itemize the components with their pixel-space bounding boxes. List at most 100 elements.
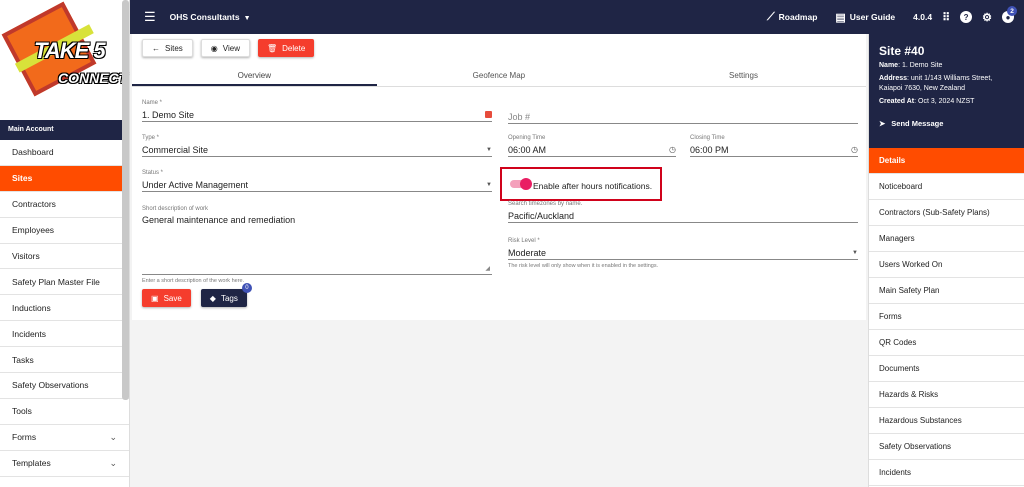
risk-level-value: Moderate — [508, 247, 547, 258]
back-to-sites-button[interactable]: ← Sites — [142, 39, 193, 57]
caret-down-icon: ▼ — [486, 181, 492, 188]
sidebar: TAKE 5 CONNECT Main Account Dashboard Si… — [0, 0, 130, 487]
sidebar-item-label: Sites — [12, 173, 33, 184]
main-content: ← Sites ◉ View 🗑 Delete Overview Geofence M… — [130, 34, 868, 487]
panel-item-documents[interactable]: Documents — [869, 356, 1024, 382]
user-guide-link[interactable]: ▤ User Guide — [835, 11, 895, 24]
sidebar-scrollbar[interactable] — [122, 0, 129, 400]
sidebar-item-safety-observations[interactable]: Safety Observations — [0, 373, 129, 399]
sidebar-item-safety-plan-master-file[interactable]: Safety Plan Master File — [0, 269, 129, 296]
timezone-input[interactable]: Pacific/Auckland — [508, 209, 858, 223]
after-hours-toggle[interactable] — [510, 178, 532, 190]
sidebar-item-tasks[interactable]: Tasks — [0, 347, 129, 374]
account-button[interactable]: ● 2 — [1002, 6, 1017, 23]
opening-time-value: 06:00 AM — [508, 144, 547, 155]
menu-icon[interactable]: ☰ — [144, 9, 156, 25]
chevron-down-icon: ⌄ — [109, 457, 117, 468]
opening-time-input[interactable]: 06:00 AM ◷ — [508, 143, 676, 157]
sidebar-item-tools[interactable]: Tools — [0, 399, 129, 425]
status-select[interactable]: Under Active Management ▼ — [142, 178, 492, 192]
site-name: 1. Demo Site — [901, 62, 943, 69]
sidebar-item-visitors[interactable]: Visitors — [0, 244, 129, 270]
sidebar-item-employees[interactable]: Employees — [0, 218, 129, 244]
panel-item-users-worked-on[interactable]: Users Worked On — [869, 252, 1024, 278]
job-number-field[interactable]: Job # — [508, 108, 858, 124]
sidebar-item-label: Tools — [12, 406, 32, 417]
clock-icon[interactable]: ◷ — [851, 145, 858, 154]
send-message-label: Send Message — [891, 119, 944, 128]
panel-item-incidents[interactable]: Incidents — [869, 460, 1024, 486]
name-label: Name * — [142, 100, 163, 106]
type-field[interactable]: Type * Commercial Site ▼ — [142, 135, 492, 157]
panel-item-qr-codes[interactable]: QR Codes — [869, 330, 1024, 356]
clock-icon[interactable]: ◷ — [669, 145, 676, 154]
sidebar-item-label: Visitors — [12, 251, 40, 261]
view-label: View — [222, 43, 240, 53]
risk-level-label: Risk Level * — [508, 238, 540, 244]
name-input[interactable]: 1. Demo Site — [142, 108, 492, 122]
panel-item-hazardous-substances[interactable]: Hazardous Substances — [869, 408, 1024, 434]
risk-level-select[interactable]: Moderate ▼ — [508, 246, 858, 260]
description-hint: Enter a short description of the work he… — [142, 278, 245, 284]
roadmap-link[interactable]: ⟋ Roadmap — [767, 11, 817, 24]
sidebar-item-label: Forms — [12, 432, 37, 443]
closing-time-field[interactable]: Closing Time 06:00 PM ◷ — [690, 135, 858, 157]
sidebar-item-label: Contractors — [12, 199, 56, 210]
view-button[interactable]: ◉ View — [200, 39, 250, 57]
name-field[interactable]: Name * 1. Demo Site — [142, 100, 492, 122]
description-value: General maintenance and remediation — [142, 215, 296, 225]
resize-handle-icon[interactable]: ◢ — [485, 265, 490, 272]
user-guide-label: User Guide — [849, 12, 896, 22]
panel-item-details[interactable]: Details — [869, 148, 1024, 174]
delete-button[interactable]: 🗑 Delete — [257, 39, 315, 57]
tags-count-badge: 0 — [241, 283, 252, 293]
logo[interactable]: TAKE 5 CONNECT — [0, 0, 129, 120]
timezone-field[interactable]: Search timezones by name. Pacific/Auckla… — [508, 201, 858, 223]
panel-item-contractors[interactable]: Contractors (Sub-Safety Plans) — [869, 200, 1024, 226]
panel-item-hazards-risks[interactable]: Hazards & Risks — [869, 382, 1024, 408]
sidebar-item-label: Safety Plan Master File — [12, 276, 100, 287]
site-name-key: Name — [879, 62, 899, 69]
closing-time-input[interactable]: 06:00 PM ◷ — [690, 143, 858, 157]
save-label: Save — [163, 293, 182, 303]
description-field[interactable]: Short description of work General mainte… — [142, 206, 492, 284]
sidebar-item-forms[interactable]: Forms ⌄ — [0, 425, 129, 451]
help-icon[interactable]: ? — [960, 11, 973, 23]
sidebar-item-label: Inductions — [12, 302, 51, 313]
opening-time-field[interactable]: Opening Time 06:00 AM ◷ — [508, 135, 676, 157]
job-number-input[interactable]: Job # — [508, 110, 858, 124]
eye-icon: ◉ — [210, 43, 218, 53]
panel-item-safety-observations[interactable]: Safety Observations — [869, 434, 1024, 460]
gear-icon[interactable]: ⚙ — [982, 11, 992, 24]
org-switcher[interactable]: OHS Consultants ▼ — [170, 12, 251, 22]
site-title: Site #40 — [879, 44, 925, 58]
sidebar-item-dashboard[interactable]: Dashboard — [0, 140, 129, 166]
sidebar-item-inductions[interactable]: Inductions — [0, 295, 129, 322]
panel-item-forms[interactable]: Forms — [869, 304, 1024, 330]
toggle-knob — [520, 178, 532, 190]
description-textarea[interactable]: General maintenance and remediation ◢ — [142, 215, 492, 275]
status-label: Status * — [142, 170, 164, 176]
sidebar-item-incidents[interactable]: Incidents — [0, 321, 129, 348]
panel-item-main-safety-plan[interactable]: Main Safety Plan — [869, 278, 1024, 304]
apps-grid-icon[interactable]: ⠿ — [942, 11, 950, 24]
tab-geofence-map[interactable]: Geofence Map — [377, 64, 622, 86]
tags-button[interactable]: ◆ Tags 0 — [200, 283, 252, 307]
sidebar-item-sites[interactable]: Sites — [0, 165, 129, 192]
send-message-button[interactable]: ➤ Send Message — [879, 119, 1014, 128]
caret-down-icon: ▼ — [852, 249, 858, 256]
tab-settings[interactable]: Settings — [621, 64, 866, 86]
sidebar-item-contractors[interactable]: Contractors — [0, 192, 129, 218]
risk-level-field[interactable]: Risk Level * Moderate ▼ The risk level wi… — [508, 238, 858, 269]
sidebar-item-label: Tasks — [12, 354, 34, 365]
tab-overview[interactable]: Overview — [132, 64, 377, 86]
sidebar-item-templates[interactable]: Templates ⌄ — [0, 451, 129, 477]
panel-item-noticeboard[interactable]: Noticeboard — [869, 174, 1024, 200]
panel-item-managers[interactable]: Managers — [869, 226, 1024, 252]
status-field[interactable]: Status * Under Active Management ▼ — [142, 170, 492, 192]
save-button[interactable]: ▣ Save — [142, 289, 191, 307]
back-label: Sites — [165, 43, 183, 53]
site-address-key: Address — [879, 75, 908, 82]
logo-text: TAKE 5 — [34, 38, 106, 63]
type-select[interactable]: Commercial Site ▼ — [142, 143, 492, 157]
